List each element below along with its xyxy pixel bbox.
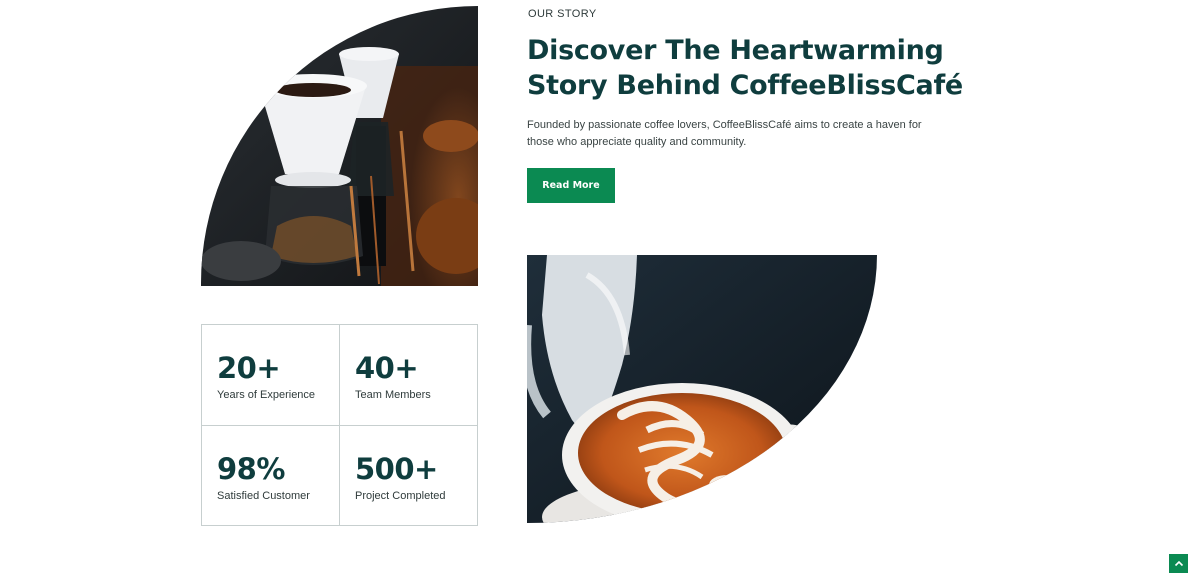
read-more-button[interactable]: Read More	[527, 168, 615, 203]
stat-value: 20+	[217, 351, 281, 385]
stat-label: Project Completed	[355, 490, 446, 502]
stat-value: 500+	[355, 452, 438, 486]
chevron-up-icon	[1174, 560, 1183, 566]
stat-years-experience: 20+ Years of Experience	[202, 325, 340, 426]
stat-value: 98%	[217, 452, 285, 486]
stat-label: Satisfied Customer	[217, 490, 310, 502]
section-description: Founded by passionate coffee lovers, Cof…	[527, 119, 922, 148]
scroll-to-top-button[interactable]	[1169, 554, 1188, 573]
stat-project-completed: 500+ Project Completed	[340, 426, 477, 525]
latte-art-illustration	[527, 255, 877, 523]
stat-value: 40+	[355, 351, 419, 385]
section-headline: Discover The Heartwarming Story Behind C…	[527, 35, 963, 101]
stat-satisfied-customer: 98% Satisfied Customer	[202, 426, 340, 525]
section-eyebrow: OUR STORY	[528, 8, 597, 20]
stat-label: Team Members	[355, 389, 431, 401]
stats-grid: 20+ Years of Experience 40+ Team Members…	[201, 324, 478, 526]
pour-over-coffee-photo	[201, 6, 478, 286]
pour-over-coffee-illustration	[201, 6, 478, 286]
stat-label: Years of Experience	[217, 389, 316, 401]
stat-team-members: 40+ Team Members	[340, 325, 477, 426]
latte-art-photo	[527, 255, 877, 523]
